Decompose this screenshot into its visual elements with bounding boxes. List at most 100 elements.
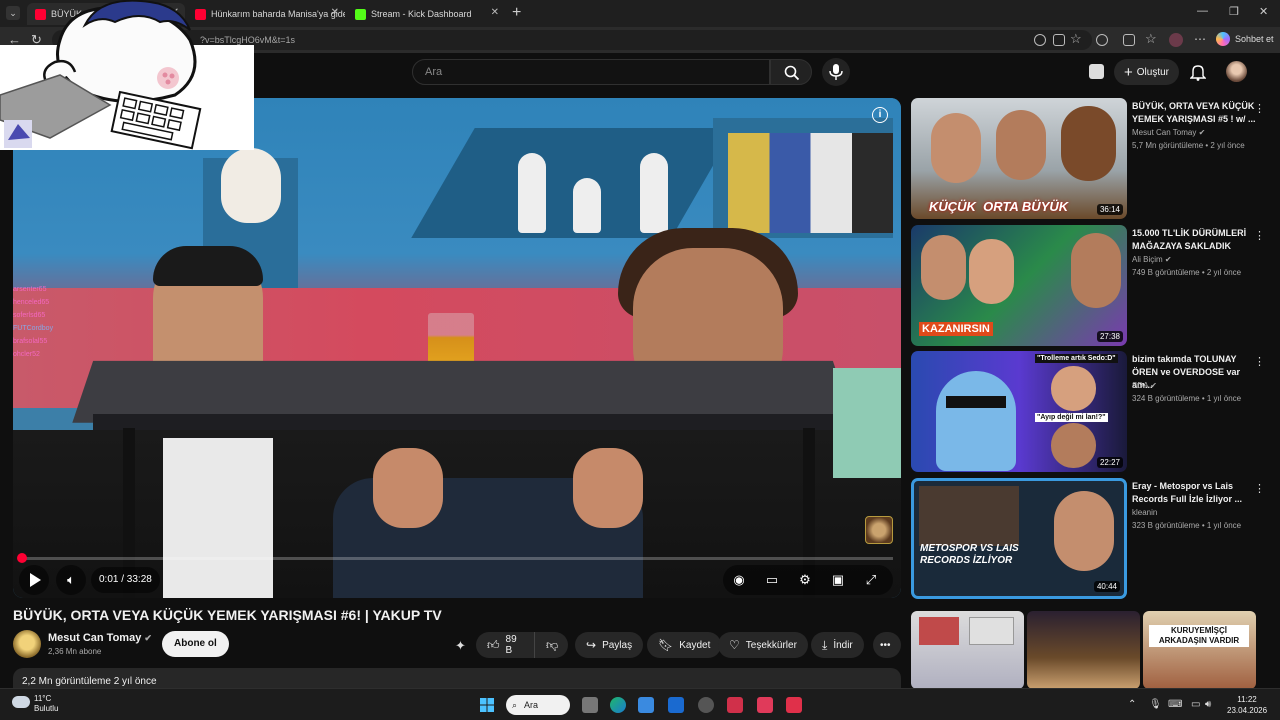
more-vertical-icon[interactable]: ⋮ (1254, 482, 1265, 495)
weather-widget[interactable]: 11°C Bulutlu (12, 694, 58, 714)
short-thumbnail[interactable] (1027, 611, 1140, 689)
recommendation-item[interactable]: METOSPOR VS LAIS RECORDS İZLİYOR 40:44 E… (911, 478, 1266, 599)
share-button[interactable]: ↪ Paylaş (575, 632, 644, 658)
recommendation-channel[interactable]: Mesut Can Tomay ✔ (1132, 128, 1205, 137)
short-thumbnail[interactable] (911, 611, 1024, 689)
play-button[interactable] (19, 565, 49, 595)
recommendation-item[interactable]: KAZANIRSIN 27:38 15.000 TL'LİK DÜRÜMLERİ… (911, 225, 1266, 346)
chat-line: henceled65 (13, 299, 50, 306)
restore-icon[interactable]: ❐ (1229, 5, 1239, 18)
channel-name-text: Mesut Can Tomay (48, 632, 142, 644)
account-avatar[interactable] (1226, 61, 1247, 82)
ai-sparkle-icon[interactable]: ✦ (455, 638, 466, 654)
system-clock[interactable]: 11:22 23.04.2026 (1227, 694, 1267, 716)
miniplayer-icon[interactable]: ▣ (830, 572, 846, 588)
recommendation-thumbnail[interactable]: KAZANIRSIN 27:38 (911, 225, 1127, 346)
app-icon[interactable] (757, 697, 773, 713)
recommendation-channel[interactable]: SDA ✔ (1132, 381, 1157, 390)
thumb-caption: METOSPOR VS LAIS RECORDS İZLİYOR (920, 543, 1019, 566)
profile-avatar-icon[interactable] (1169, 33, 1183, 47)
volume-tray-icon[interactable]: 🔊︎ (1205, 699, 1211, 710)
recommendation-item[interactable]: "Trolleme artık Sedo:D" "Ayıp değil mi l… (911, 351, 1266, 472)
settings-gear-icon[interactable]: ⚙ (797, 572, 813, 588)
network-icon[interactable]: ▭ (1191, 699, 1200, 710)
reader-icon[interactable] (1053, 34, 1065, 46)
autoplay-toggle-icon[interactable]: ◉ (731, 572, 747, 588)
channel-watermark[interactable] (865, 516, 893, 544)
verified-icon: ✔ (144, 633, 152, 643)
app-icon[interactable] (786, 697, 802, 713)
thumb-person (921, 235, 966, 300)
recommendation-item[interactable]: KÜÇÜK ORTA BÜYÜK 36:14 BÜYÜK, ORTA VEYA … (911, 98, 1266, 219)
favorite-star-icon[interactable]: ☆ (1070, 31, 1082, 47)
windows-start-icon[interactable] (480, 698, 494, 712)
tab-label: Stream - Kick Dashboard (371, 9, 472, 19)
description-box[interactable]: 2,2 Mn görüntüleme 2 yıl önce (13, 668, 901, 688)
create-button[interactable]: + Oluştur (1114, 59, 1179, 85)
more-vertical-icon[interactable]: ⋮ (1254, 102, 1265, 115)
save-button[interactable]: 🔖︎ Kaydet (647, 632, 722, 658)
recommendation-channel[interactable]: Ali Biçim ✔ (1132, 255, 1172, 264)
copilot-chat-button[interactable]: Sohbet et (1216, 32, 1274, 46)
dislike-button[interactable]: 👎︎ (534, 632, 568, 658)
short-thumbnail[interactable]: KURUYEMİŞÇİ ARKADAŞIN VARDIR (1143, 611, 1256, 689)
more-vertical-icon[interactable]: ⋮ (1254, 355, 1265, 368)
volume-icon[interactable]: 🔈︎ (56, 565, 86, 595)
notifications-bell-icon[interactable] (1190, 63, 1206, 81)
recommendation-thumbnail[interactable]: "Trolleme artık Sedo:D" "Ayıp değil mi l… (911, 351, 1127, 472)
minimize-icon[interactable]: — (1197, 5, 1208, 17)
more-options-icon[interactable]: ⋯ (1194, 32, 1206, 46)
new-tab-icon[interactable]: + (512, 4, 521, 22)
right-controls: ◉ ▭ ⚙ ▣ ⤢ (723, 565, 893, 595)
more-actions-button[interactable]: ••• (873, 632, 901, 658)
task-view-icon[interactable] (582, 697, 598, 713)
recommendation-title[interactable]: 15.000 TL'LİK DÜRÜMLERİ MAĞAZAYA SAKLADI… (1132, 227, 1262, 253)
recommendation-channel[interactable]: kleanin (1132, 508, 1157, 517)
tab-kick-dashboard[interactable]: Stream - Kick Dashboard ✕ (347, 3, 505, 25)
download-button[interactable]: ⤓ İndir (811, 632, 864, 658)
recommendation-thumbnail[interactable]: KÜÇÜK ORTA BÜYÜK 36:14 (911, 98, 1127, 219)
close-window-icon[interactable]: ✕ (1259, 5, 1268, 18)
extension-icon[interactable] (1096, 34, 1108, 46)
video-player[interactable]: arsenter65 henceled65 soferlsd65 FUTCord… (13, 98, 901, 598)
recommendation-title[interactable]: BÜYÜK, ORTA VEYA KÜÇÜK YEMEK YARIŞMASI #… (1132, 100, 1262, 126)
stream-chat-overlay: arsenter65 henceled65 soferlsd65 FUTCord… (13, 283, 88, 373)
recommendation-channel-text: Ali Biçim (1132, 255, 1163, 264)
app-icon[interactable] (727, 697, 743, 713)
translate-icon[interactable] (1034, 34, 1046, 46)
subscribe-button[interactable]: Abone ol (162, 631, 229, 657)
split-screen-icon[interactable] (1123, 34, 1135, 46)
extension-puzzle-icon[interactable] (1089, 64, 1104, 79)
keyboard-tray-icon[interactable]: ⌨ (1168, 699, 1182, 710)
tray-chevron-icon[interactable]: ⌃ (1128, 699, 1136, 710)
search-button[interactable] (770, 59, 812, 85)
video-frame-person-hair (153, 246, 263, 286)
search-input[interactable]: Ara (412, 59, 770, 85)
edge-browser-icon[interactable] (610, 697, 626, 713)
app-icon[interactable] (698, 697, 714, 713)
cartoon-sticker-overlay (0, 0, 254, 150)
taskbar-search[interactable]: ⌕ Ara (506, 695, 570, 715)
info-icon[interactable]: i (872, 107, 888, 123)
player-controls: 🔈︎ 0:01 / 33:28 ◉ ▭ ⚙ ▣ ⤢ (13, 560, 901, 598)
voice-search-button[interactable] (822, 58, 850, 86)
recommendation-thumbnail[interactable]: METOSPOR VS LAIS RECORDS İZLİYOR 40:44 (911, 478, 1127, 599)
favorites-icon[interactable]: ☆ (1145, 31, 1157, 47)
recommendation-channel-text: Mesut Can Tomay (1132, 128, 1197, 137)
channel-avatar[interactable] (13, 630, 41, 658)
fullscreen-icon[interactable]: ⤢ (863, 572, 879, 588)
recommendation-title[interactable]: Eray - Metospor vs Lais Records Full İzl… (1132, 480, 1262, 506)
channel-name[interactable]: Mesut Can Tomay ✔ (48, 632, 152, 644)
thanks-button[interactable]: ♡ Teşekkürler (718, 632, 808, 658)
subtitles-icon[interactable]: ▭ (764, 572, 780, 588)
store-icon[interactable] (638, 697, 654, 713)
thumb-caption: KAZANIRSIN (919, 322, 993, 336)
chat-line: brafsolal55 (13, 338, 48, 345)
close-tab-icon[interactable]: ✕ (331, 7, 339, 18)
mail-icon[interactable] (668, 697, 684, 713)
close-tab-icon[interactable]: ✕ (491, 7, 499, 18)
more-vertical-icon[interactable]: ⋮ (1254, 229, 1265, 242)
microphone-tray-icon[interactable]: 🎙︎ (1149, 699, 1162, 710)
video-frame-table-edge (93, 414, 833, 430)
like-button[interactable]: 👍︎ 89 B (476, 632, 534, 658)
